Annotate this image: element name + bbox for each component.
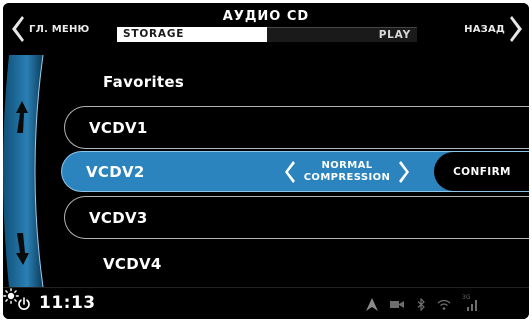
list-item-favorites[interactable]: Favorites [75, 60, 529, 103]
back-button[interactable]: НАЗАД [464, 16, 523, 42]
list-item-label: VCDV3 [89, 208, 148, 227]
storage-list: Favorites VCDV1 VCDV2 NORMAL COMPRESSION… [3, 55, 529, 287]
compression-line-1: NORMAL [321, 159, 373, 171]
list-item[interactable]: VCDV1 [64, 106, 529, 149]
bluetooth-icon [417, 298, 425, 311]
power-icon[interactable] [17, 297, 31, 311]
list-item[interactable]: VCDV3 [64, 196, 529, 239]
list-item-label: Favorites [103, 72, 185, 91]
tab-storage[interactable]: STORAGE [117, 27, 267, 42]
list-item-label: VCDV1 [89, 118, 148, 137]
list-item-label: VCDV2 [86, 162, 145, 181]
option-prev-chevron-icon[interactable] [284, 160, 295, 183]
clock: 11:13 [39, 293, 96, 313]
list-item-selected[interactable]: VCDV2 NORMAL COMPRESSION CONFIRM [61, 151, 529, 192]
list-item[interactable]: VCDV4 [75, 242, 529, 285]
list-item-label: VCDV4 [103, 254, 162, 273]
compression-value: NORMAL COMPRESSION [295, 160, 399, 184]
navigation-arrow-icon [366, 298, 378, 311]
compression-line-2: COMPRESSION [303, 171, 391, 183]
tab-bar: STORAGE PLAY [117, 27, 417, 42]
compression-selector: NORMAL COMPRESSION [284, 152, 410, 191]
tab-play[interactable]: PLAY [267, 27, 417, 42]
wifi-icon [437, 299, 451, 310]
confirm-button[interactable]: CONFIRM [434, 152, 529, 191]
media-icon [390, 301, 404, 308]
signal-icon [467, 300, 477, 311]
main-menu-label: ГЛ. МЕНЮ [29, 23, 90, 35]
header: ГЛ. МЕНЮ АУДИО CD STORAGE PLAY НАЗАД [3, 3, 529, 55]
chevron-right-icon [510, 16, 522, 42]
status-bar: 11:13 3G [3, 287, 529, 319]
back-label: НАЗАД [464, 23, 505, 35]
screen: ГЛ. МЕНЮ АУДИО CD STORAGE PLAY НАЗАД Fav… [3, 3, 529, 319]
page-title: АУДИО CD [222, 9, 310, 24]
option-next-chevron-icon[interactable] [399, 160, 410, 183]
